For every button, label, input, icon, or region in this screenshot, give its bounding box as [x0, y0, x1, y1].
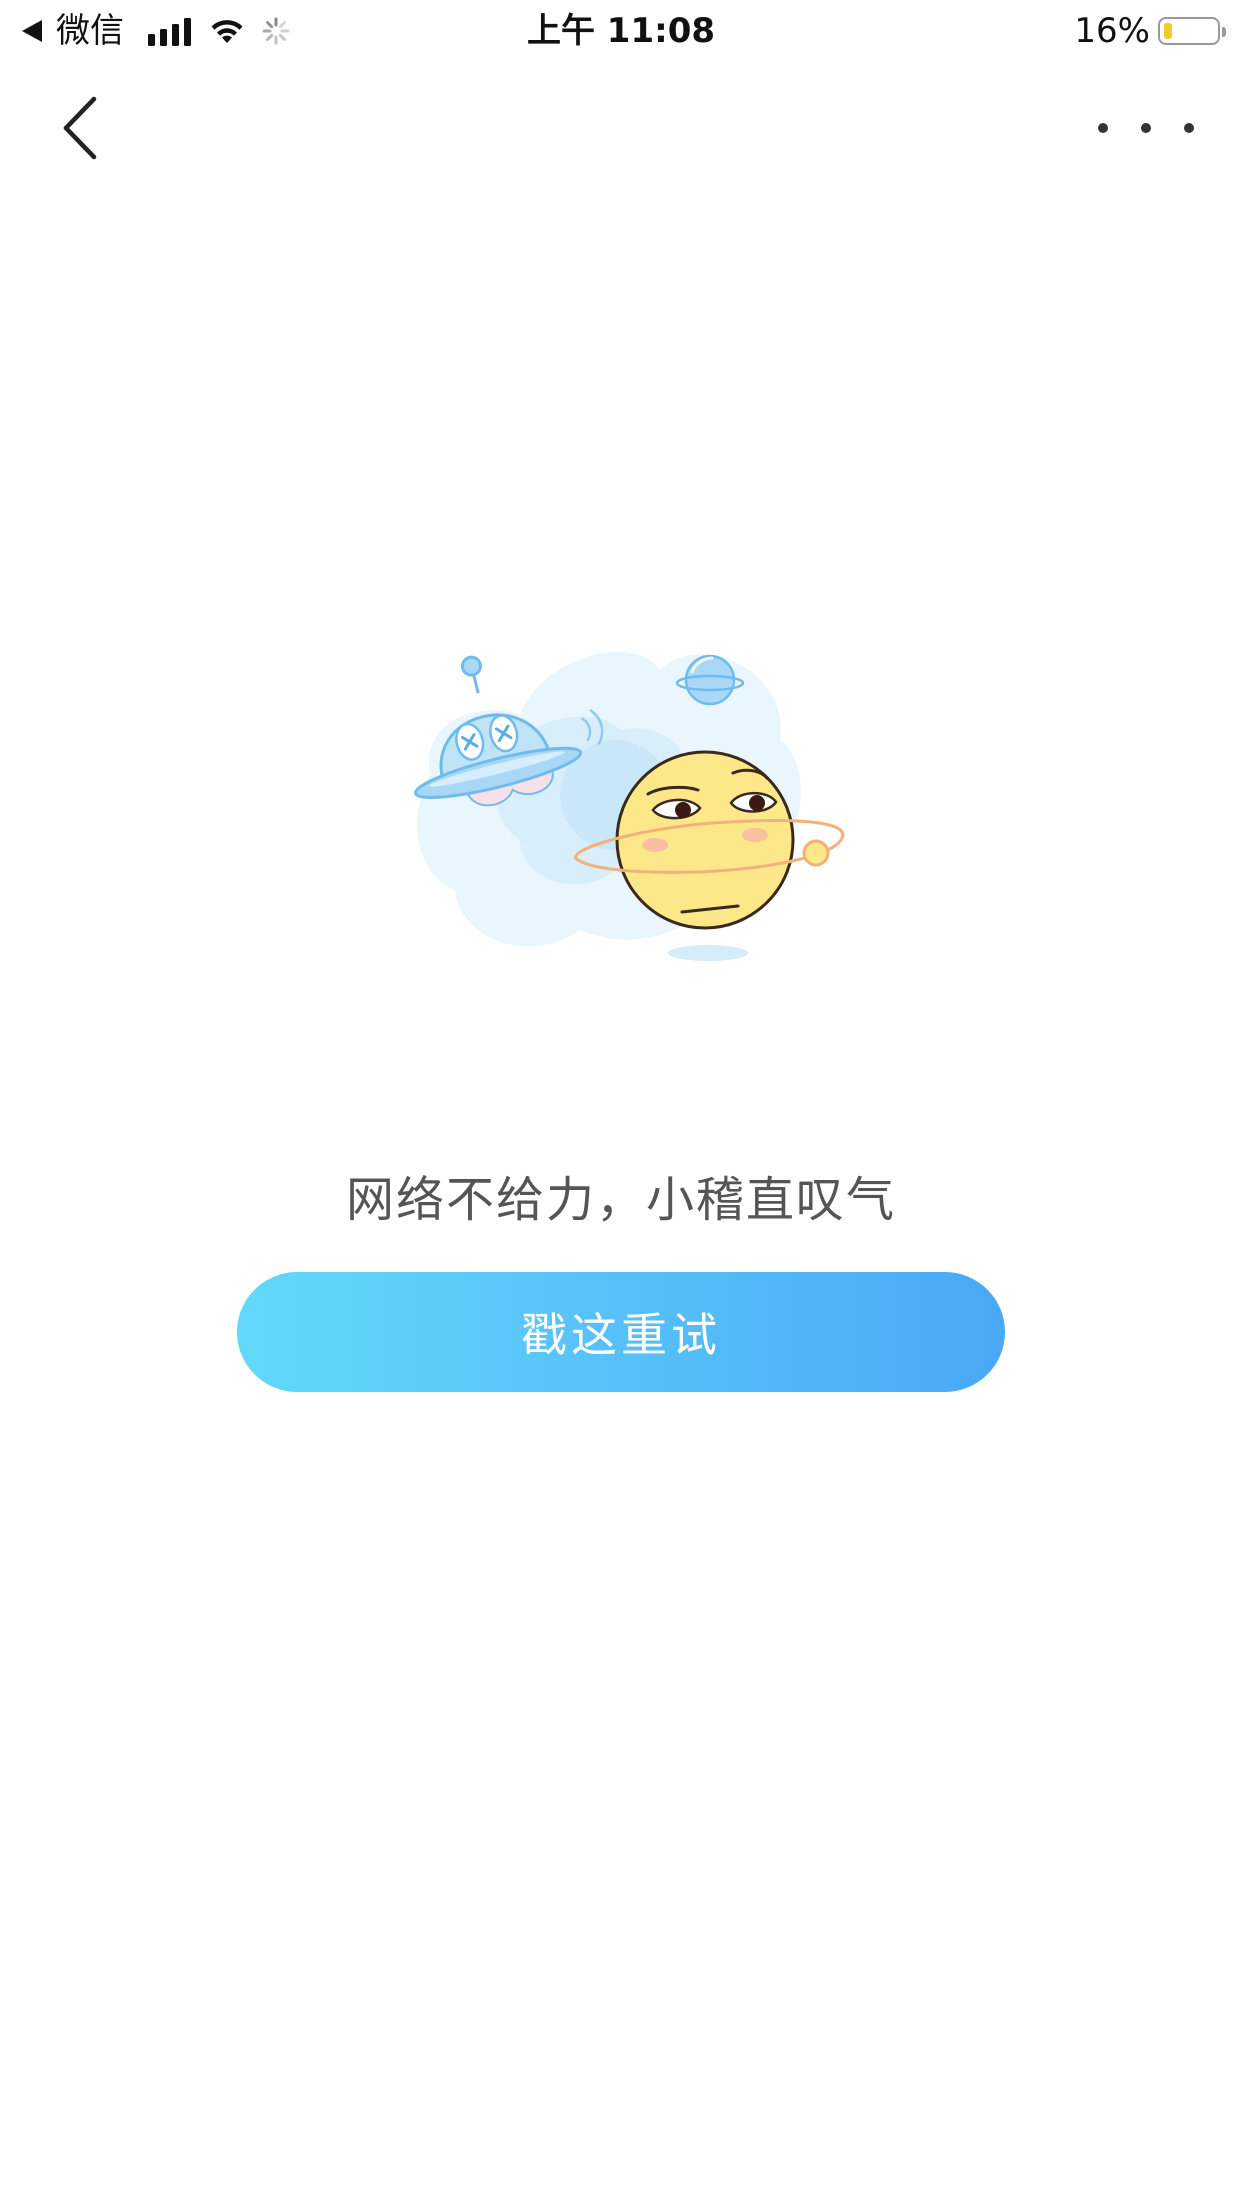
battery-cap: [1222, 27, 1226, 37]
more-dots-icon: [1184, 123, 1194, 133]
retry-button[interactable]: 戳这重试: [237, 1272, 1005, 1392]
status-bar-right: 16%: [1074, 8, 1226, 54]
back-button[interactable]: [50, 88, 110, 168]
battery-icon: [1158, 17, 1226, 45]
error-message: 网络不给力，小稽直叹气: [345, 1172, 896, 1228]
ufo-and-emoji-illustration: [414, 651, 845, 961]
battery-percent: 16%: [1074, 11, 1150, 51]
status-bar: 微信 上午 11:08 16%: [0, 0, 1242, 62]
chevron-left-icon: [63, 96, 97, 160]
more-dots-icon: [1098, 123, 1108, 133]
battery-level-fill: [1164, 23, 1172, 39]
more-options-button[interactable]: [1098, 100, 1194, 156]
status-time: 上午 11:08: [526, 11, 716, 51]
more-dots-icon: [1141, 123, 1151, 133]
